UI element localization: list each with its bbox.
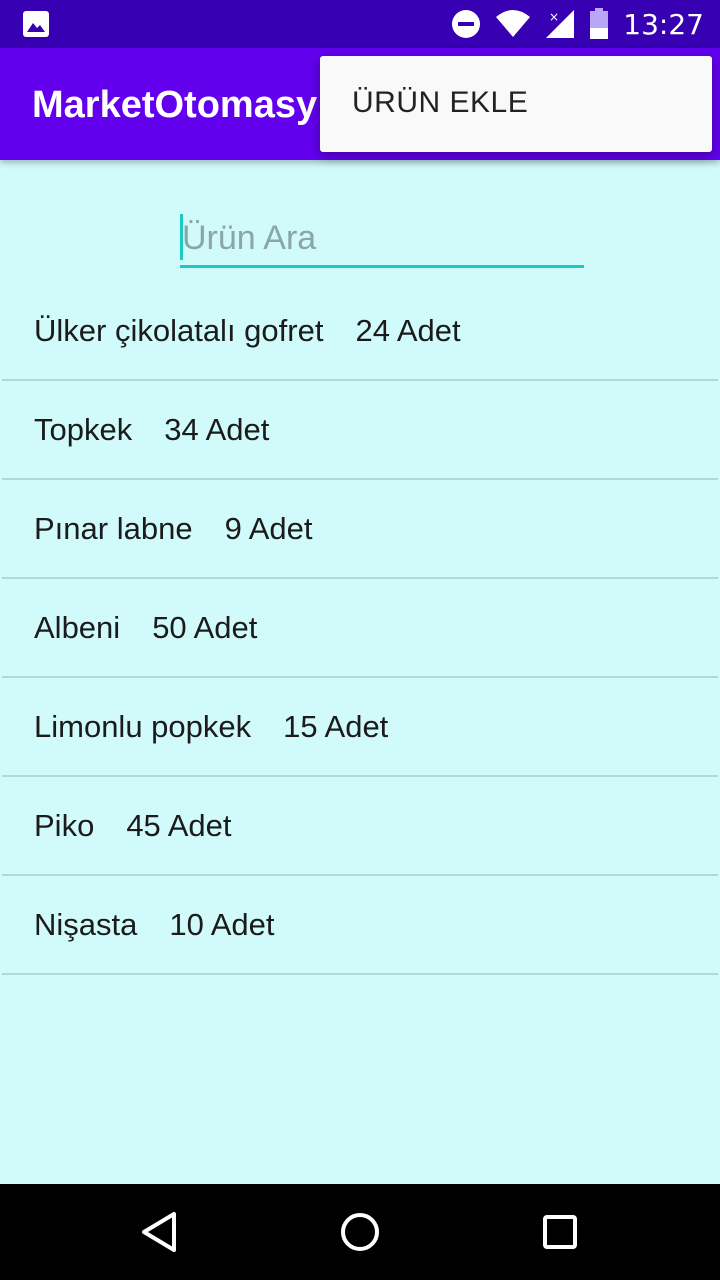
battery-icon	[590, 8, 609, 39]
product-qty: 45 Adet	[126, 807, 232, 843]
product-qty: 9 Adet	[224, 510, 313, 546]
signal-icon: ×	[546, 10, 575, 38]
product-name: Nişasta	[34, 906, 138, 942]
product-qty: 50 Adet	[152, 609, 258, 645]
product-qty: 24 Adet	[355, 312, 461, 348]
search-field[interactable]	[180, 212, 584, 268]
list-item[interactable]: Piko 45 Adet	[2, 777, 718, 876]
menu-item-add-product[interactable]: ÜRÜN EKLE	[352, 86, 528, 120]
search-input[interactable]	[180, 212, 584, 264]
product-name: Topkek	[34, 411, 133, 447]
svg-text:×: ×	[549, 10, 559, 24]
product-name: Albeni	[34, 609, 121, 645]
back-icon[interactable]	[136, 1208, 184, 1256]
overflow-menu: ÜRÜN EKLE	[320, 56, 712, 152]
product-qty: 34 Adet	[164, 411, 270, 447]
do-not-disturb-icon	[452, 10, 481, 38]
list-item[interactable]: Limonlu popkek 15 Adet	[2, 678, 718, 777]
app-title: MarketOtomasy	[32, 84, 318, 126]
product-name: Pınar labne	[34, 510, 193, 546]
product-name: Piko	[34, 807, 95, 843]
recents-icon[interactable]	[536, 1208, 584, 1256]
wifi-icon	[496, 10, 531, 37]
list-item[interactable]: Nişasta 10 Adet	[2, 876, 718, 975]
product-list: Ülker çikolatalı gofret 24 Adet Topkek 3…	[2, 282, 718, 975]
list-item[interactable]: Albeni 50 Adet	[2, 579, 718, 678]
product-name: Limonlu popkek	[34, 708, 252, 744]
image-notification-icon	[23, 11, 49, 37]
status-bar: × 13:27	[0, 0, 720, 48]
home-icon[interactable]	[336, 1208, 384, 1256]
list-item[interactable]: Ülker çikolatalı gofret 24 Adet	[2, 282, 718, 381]
list-item[interactable]: Pınar labne 9 Adet	[2, 480, 718, 579]
list-item[interactable]: Topkek 34 Adet	[2, 381, 718, 480]
navigation-bar	[0, 1184, 720, 1280]
product-qty: 10 Adet	[169, 906, 275, 942]
product-qty: 15 Adet	[283, 708, 389, 744]
product-name: Ülker çikolatalı gofret	[34, 312, 324, 348]
status-time: 13:27	[623, 7, 704, 41]
